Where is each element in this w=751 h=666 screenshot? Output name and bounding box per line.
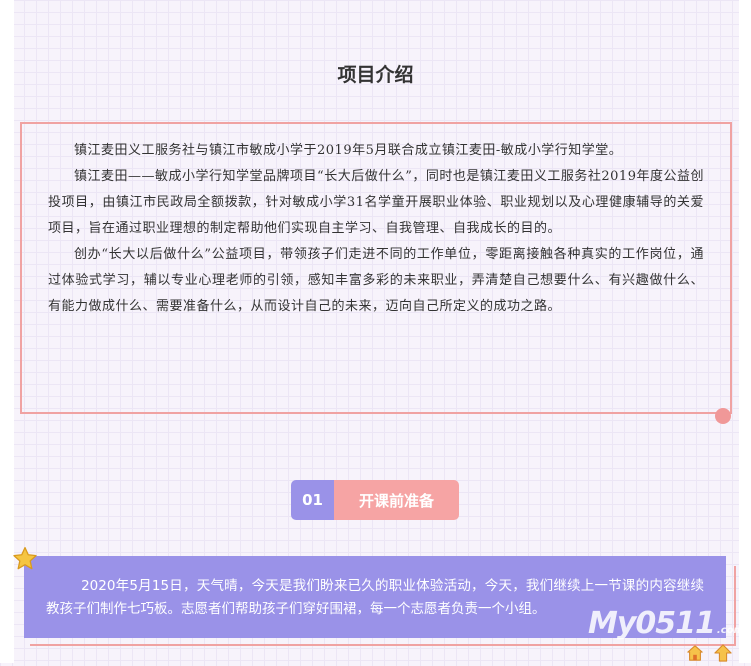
intro-paragraph: 镇江麦田义工服务社与镇江市敏成小学于2019年5月联合成立镇江麦田-敏成小学行知… bbox=[74, 143, 623, 158]
corner-dot-decoration bbox=[715, 408, 731, 424]
intro-box: 镇江麦田义工服务社与镇江市敏成小学于2019年5月联合成立镇江麦田-敏成小学行知… bbox=[20, 122, 732, 414]
watermark-sub: .com bbox=[716, 625, 744, 636]
star-icon bbox=[12, 546, 38, 576]
intro-paragraph: 创办“长大以后做什么”公益项目，带领孩子们走进不同的工作单位，零距离接触各种真实… bbox=[48, 247, 704, 314]
section-label: 开课前准备 bbox=[334, 480, 459, 520]
intro-paragraph: 镇江麦田——敏成小学行知学堂品牌项目“长大后做什么”，同时也是镇江麦田义工服务社… bbox=[48, 169, 704, 236]
section-badge: 01 开课前准备 bbox=[291, 480, 459, 520]
site-watermark: My0511 .com bbox=[588, 606, 744, 642]
section-number: 01 bbox=[291, 480, 334, 520]
watermark-main: My0511 bbox=[588, 606, 716, 641]
right-page-margin bbox=[739, 0, 751, 663]
page-title: 项目介绍 bbox=[337, 64, 414, 86]
